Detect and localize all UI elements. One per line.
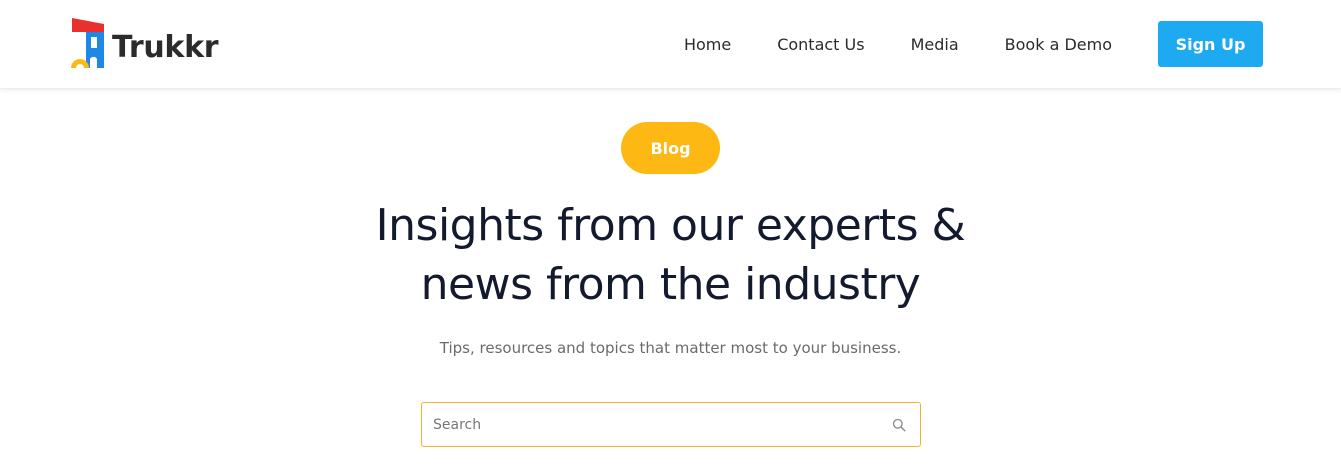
page-headline: Insights from our experts & news from th… [270, 196, 1071, 314]
nav-media-link[interactable]: Media [911, 35, 959, 54]
search-icon[interactable] [892, 418, 906, 432]
page-subtitle: Tips, resources and topics that matter m… [439, 339, 902, 357]
nav-home-link[interactable]: Home [684, 35, 731, 54]
nav-book-a-demo-link[interactable]: Book a Demo [1005, 35, 1112, 54]
search-bar [421, 402, 921, 447]
sign-up-button[interactable]: Sign Up [1158, 21, 1263, 67]
brand-logo[interactable]: Trukkr [70, 18, 219, 70]
search-input[interactable] [422, 403, 882, 446]
blog-badge: Blog [621, 122, 720, 174]
brand-name: Trukkr [112, 29, 219, 65]
site-header: Trukkr Home Contact Us Media Book a Demo… [0, 0, 1341, 89]
headline-line-1: Insights from our experts & [375, 200, 966, 251]
truck-logo-icon [71, 18, 104, 68]
headline-line-2: news from the industry [420, 259, 921, 310]
main-nav: Home Contact Us Media Book a Demo Sign U… [684, 21, 1263, 67]
nav-contact-us-link[interactable]: Contact Us [777, 35, 864, 54]
